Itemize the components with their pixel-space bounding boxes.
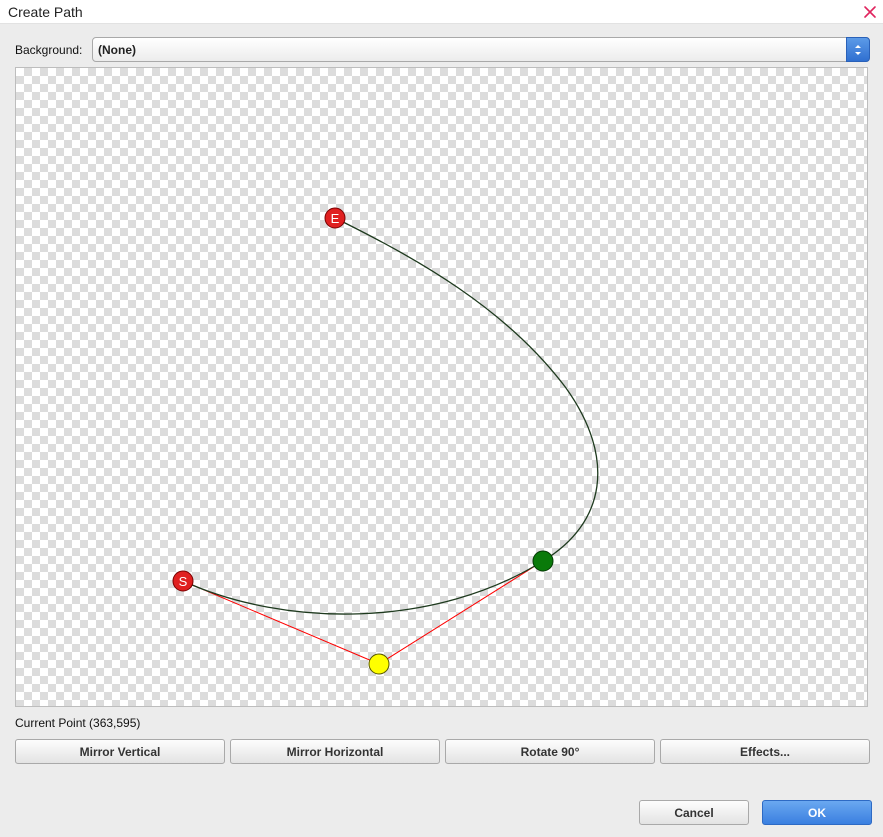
select-arrows-icon: [846, 37, 870, 62]
handle-line-start: [182, 580, 380, 665]
close-button[interactable]: [859, 1, 881, 23]
window-title: Create Path: [8, 4, 83, 20]
handle-line-end: [378, 560, 544, 665]
mirror-vertical-button[interactable]: Mirror Vertical: [15, 739, 225, 764]
svg-text:S: S: [179, 574, 188, 589]
end-anchor[interactable]: E: [324, 207, 346, 229]
current-point-readout: Current Point (363,595): [15, 716, 141, 730]
current-point-handle[interactable]: [532, 550, 554, 572]
rotate-90-button[interactable]: Rotate 90°: [445, 739, 655, 764]
cancel-button[interactable]: Cancel: [639, 800, 749, 825]
close-icon: [864, 6, 876, 18]
background-label: Background:: [15, 43, 83, 57]
effects-button[interactable]: Effects...: [660, 739, 870, 764]
control-point-handle[interactable]: [368, 653, 390, 675]
path-canvas[interactable]: E S: [15, 67, 868, 707]
title-bar: Create Path: [0, 0, 883, 24]
mirror-horizontal-button[interactable]: Mirror Horizontal: [230, 739, 440, 764]
svg-text:E: E: [331, 211, 340, 226]
ok-button[interactable]: OK: [762, 800, 872, 825]
background-select-value: (None): [98, 43, 136, 57]
background-select[interactable]: (None): [92, 37, 870, 62]
start-anchor[interactable]: S: [172, 570, 194, 592]
